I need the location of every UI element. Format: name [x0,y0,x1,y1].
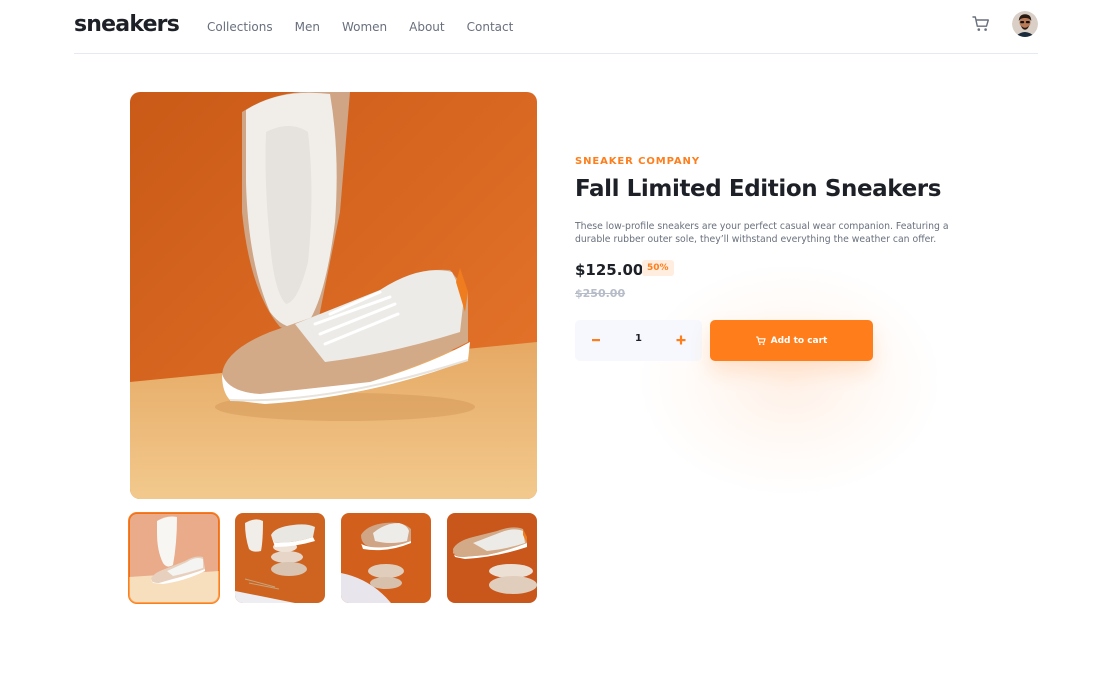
nav-link-collections[interactable]: Collections [207,20,273,34]
site-header: sneakers Collections Men Women About Con… [74,0,1038,54]
main-nav: Collections Men Women About Contact [207,20,535,34]
thumbnail-2[interactable] [235,513,325,603]
add-to-cart-button[interactable]: Add to cart [710,320,873,361]
thumbnail-1[interactable] [128,512,220,604]
quantity-value: 1 [635,333,642,344]
discount-badge: 50% [642,260,674,276]
cart-icon [755,336,766,345]
quantity-stepper: 1 [575,320,702,361]
nav-link-men[interactable]: Men [295,20,320,34]
original-price: $250.00 [575,287,626,300]
product-title: Fall Limited Edition Sneakers [575,176,942,202]
add-to-cart-label: Add to cart [770,335,828,346]
avatar[interactable] [1012,11,1038,37]
product-main-image[interactable] [130,92,537,499]
nav-link-about[interactable]: About [409,20,444,34]
current-price: $125.00 [575,261,644,279]
thumbnail-4[interactable] [447,513,537,603]
nav-link-women[interactable]: Women [342,20,387,34]
logo[interactable]: sneakers [74,12,180,37]
plus-icon[interactable] [674,331,688,349]
minus-icon[interactable] [589,331,603,349]
thumbnail-3[interactable] [341,513,431,603]
cart-icon[interactable] [972,15,990,33]
background-glow [640,265,940,495]
company-name: SNEAKER COMPANY [575,156,700,167]
nav-link-contact[interactable]: Contact [467,20,514,34]
product-description: These low-profile sneakers are your perf… [575,221,949,245]
